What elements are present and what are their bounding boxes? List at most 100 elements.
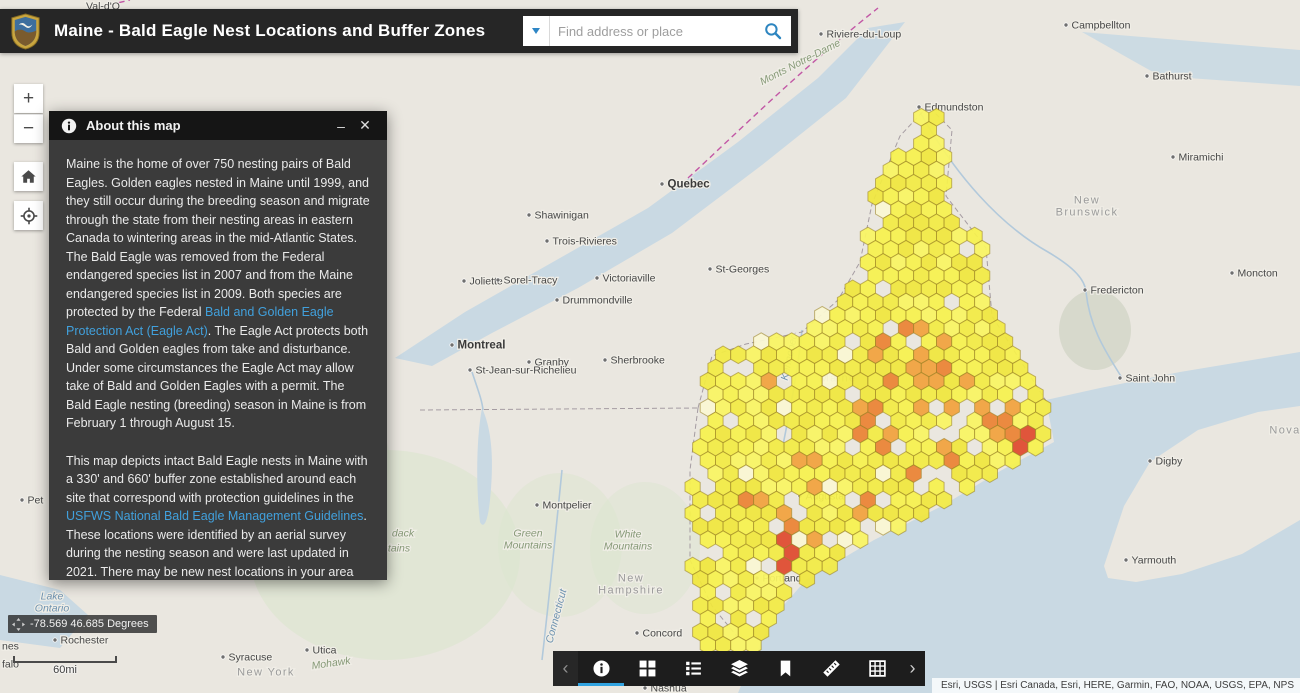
map-label: Shawinigan [527,210,589,222]
svg-text:Montreal: Montreal [458,340,506,352]
minimize-button[interactable]: – [329,118,353,134]
map-label: Nova [1269,425,1300,437]
info-icon [61,118,77,134]
search-input[interactable] [550,16,755,46]
map-label: Concord [635,628,682,640]
crosshair-move-icon [12,618,25,631]
toolbar-grid-button[interactable] [854,651,900,686]
svg-text:Digby: Digby [1156,456,1184,468]
map-label: Victoriaville [595,273,656,285]
locate-icon [20,207,38,225]
map-label: Fredericton [1083,285,1144,297]
toolbar-legend-button[interactable] [670,651,716,686]
search-dropdown-button[interactable] [523,16,550,46]
svg-text:Montpelier: Montpelier [543,500,593,512]
coordinates-text: -78.569 46.685 Degrees [30,618,149,630]
toolbar-info-button[interactable] [578,651,624,686]
map-label: Sherbrooke [603,355,665,367]
about-panel-header: About this map – ✕ [49,111,387,140]
map-label: St-Georges [708,264,769,276]
about-panel: About this map – ✕ Maine is the home of … [49,111,387,580]
map-label: St-Jean-sur-Richelieu [468,365,577,377]
close-button[interactable]: ✕ [353,117,377,134]
svg-text:Pet: Pet [28,495,44,507]
map-label: Rochester [53,635,109,647]
map-label: New York [237,667,295,679]
search-icon [764,22,782,40]
toolbar-prev-button[interactable]: ‹ [553,651,578,686]
map-attribution: Esri, USGS | Esri Canada, Esri, HERE, Ga… [932,678,1300,693]
svg-text:Saint John: Saint John [1126,373,1176,385]
svg-text:Syracuse: Syracuse [229,652,273,664]
svg-text:Miramichi: Miramichi [1179,152,1224,164]
grid-icon [868,659,887,678]
layers-icon [730,659,749,678]
map-label: Riviere-du-Loup [819,29,901,41]
svg-text:Nova: Nova [1269,425,1300,437]
about-panel-body: Maine is the home of over 750 nesting pa… [49,140,387,580]
toolbar-measure-button[interactable] [808,651,854,686]
usfws-logo [9,13,42,50]
map-label: Moncton [1230,268,1278,280]
svg-text:Campbellton: Campbellton [1072,20,1131,32]
map-label: Quebec [660,179,710,191]
info-icon [592,659,611,678]
home-button[interactable] [14,162,43,191]
svg-text:St-Jean-sur-Richelieu: St-Jean-sur-Richelieu [476,365,577,377]
svg-text:dack: dack [392,528,415,540]
about-paragraph: Maine is the home of over 750 nesting pa… [66,155,370,433]
locate-button[interactable] [14,201,43,230]
svg-text:Moncton: Moncton [1238,268,1278,280]
map-label: Trois-Rivieres [545,236,617,248]
map-label: Syracuse [221,652,273,664]
caret-down-icon [532,28,540,34]
svg-text:New York: New York [237,667,295,679]
map-label: Campbellton [1064,20,1131,32]
app-window: Val-d'OCampbelltonBathurstMiramichiRivie… [0,0,1300,693]
svg-text:Shawinigan: Shawinigan [535,210,589,222]
svg-text:Utica: Utica [313,645,337,657]
map-label: Montpelier [535,500,592,512]
basemap-gallery-icon [638,659,657,678]
svg-text:Victoriaville: Victoriaville [603,273,656,285]
toolbar-basemap-gallery-button[interactable] [624,651,670,686]
toolbar-bookmarks-button[interactable] [762,651,808,686]
scale-bar-line [13,656,117,663]
svg-text:Sherbrooke: Sherbrooke [611,355,665,367]
svg-text:Drummondville: Drummondville [563,295,633,307]
search-box [523,16,791,46]
active-tab-indicator [578,683,624,686]
svg-text:Bathurst: Bathurst [1153,71,1192,83]
scale-bar: 60mi [13,656,117,676]
svg-text:tains: tains [388,543,411,555]
zoom-in-button[interactable]: + [14,84,43,113]
measure-icon [822,659,841,678]
about-panel-title: About this map [86,118,329,133]
svg-text:Rochester: Rochester [61,635,109,647]
search-button[interactable] [755,16,791,46]
svg-text:Sorel-Tracy: Sorel-Tracy [504,275,559,287]
svg-text:Concord: Concord [643,628,683,640]
toolbar-next-button[interactable]: › [900,651,925,686]
about-paragraph: This map depicts intact Bald Eagle nests… [66,452,370,581]
map-label: Bathurst [1145,71,1192,83]
map-label: Sorel-Tracy [496,275,558,287]
svg-text:Fredericton: Fredericton [1091,285,1144,297]
toolbar-items [578,651,900,686]
coordinates-widget[interactable]: -78.569 46.685 Degrees [8,615,157,633]
scale-bar-label: 60mi [13,664,117,676]
bookmarks-icon [776,659,795,678]
zoom-out-button[interactable]: − [14,114,43,143]
app-header: Maine - Bald Eagle Nest Locations and Bu… [0,9,798,53]
svg-text:St-Georges: St-Georges [716,264,770,276]
map-label: nes [2,641,19,653]
home-icon [20,168,37,185]
map-label: Saint John [1118,373,1175,385]
svg-text:Quebec: Quebec [668,179,711,191]
map-label: Miramichi [1171,152,1224,164]
about-link[interactable]: USFWS National Bald Eagle Management Gui… [66,509,363,523]
svg-text:nes: nes [2,641,19,653]
svg-text:Yarmouth: Yarmouth [1132,555,1177,567]
widget-toolbar: ‹ › [553,651,925,686]
toolbar-layers-button[interactable] [716,651,762,686]
